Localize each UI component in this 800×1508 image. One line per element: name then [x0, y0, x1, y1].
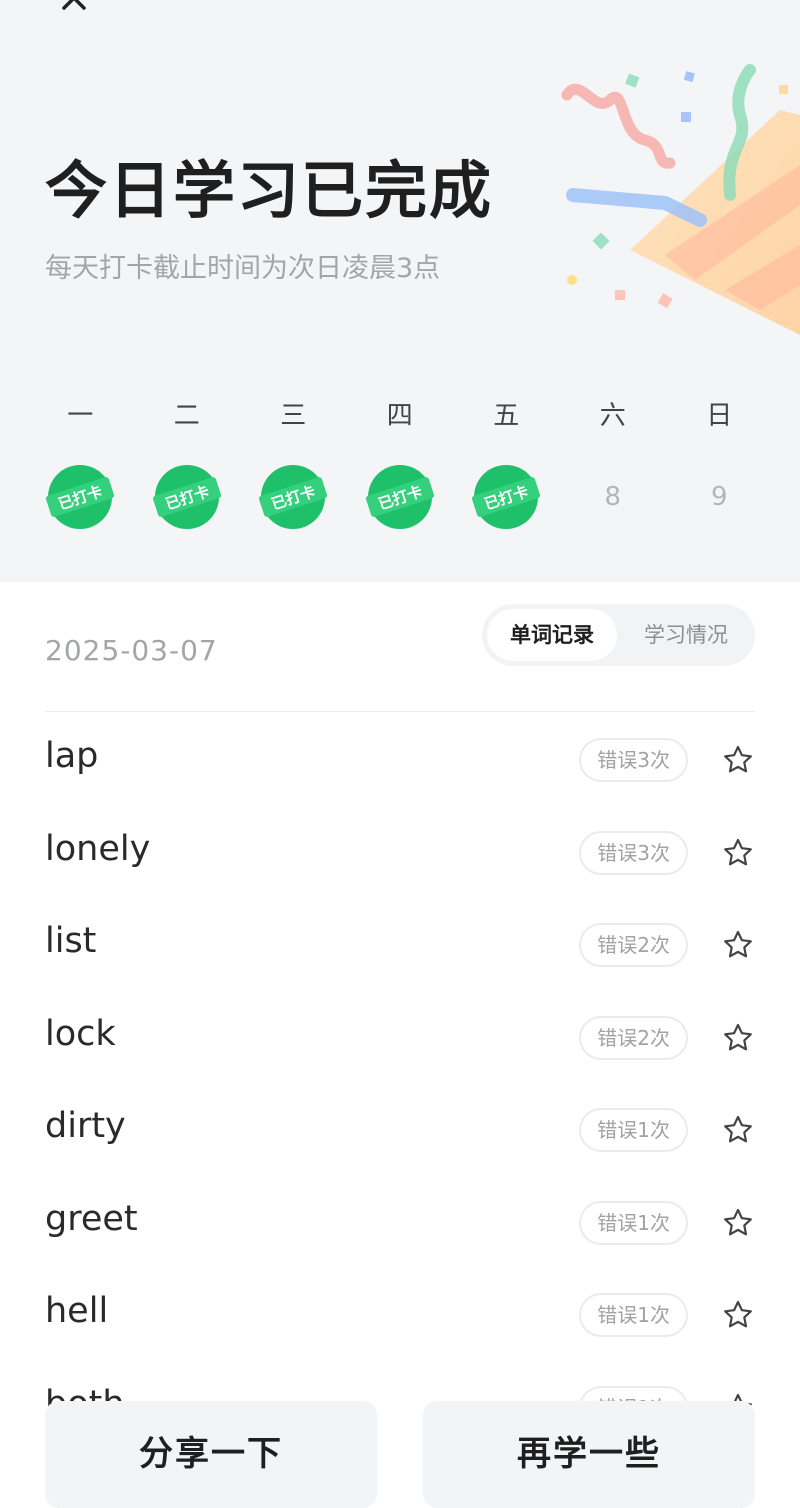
record-date: 2025-03-07	[45, 634, 218, 667]
tab-study-status[interactable]: 学习情况	[622, 609, 750, 661]
close-button[interactable]	[58, 0, 92, 14]
error-count-badge: 错误3次	[579, 830, 688, 875]
error-count-badge: 错误3次	[579, 738, 688, 782]
checkin-row: 已打卡 已打卡 已打卡 已打卡 已打卡 8 9	[27, 462, 773, 532]
list-item[interactable]: lonely 错误3次	[0, 807, 800, 900]
error-count-badge: 错误2次	[579, 923, 688, 967]
share-button[interactable]: 分享一下	[45, 1401, 377, 1508]
word-text: lock	[45, 1013, 116, 1054]
party-popper-illustration	[561, 64, 800, 335]
weekday-header: 一 二 三 四 五 六 日	[27, 395, 773, 432]
word-text: hell	[45, 1291, 109, 1331]
error-count-badge: 错误1次	[579, 1293, 688, 1337]
divider	[45, 711, 755, 712]
star-icon[interactable]	[722, 1207, 754, 1239]
weekday-label: 二	[173, 401, 200, 431]
checkin-day: 已打卡	[347, 462, 454, 532]
star-icon[interactable]	[722, 929, 754, 961]
star-icon[interactable]	[722, 1022, 754, 1054]
list-item[interactable]: lock 错误2次	[0, 992, 800, 1085]
learn-more-button[interactable]: 再学一些	[423, 1401, 755, 1508]
checkin-day: 已打卡	[134, 462, 241, 532]
checked-in-stamp-icon: 已打卡	[46, 465, 115, 529]
header-section: 今日学习已完成 每天打卡截止时间为次日凌晨3点 一 二 三 四 五 六 日 已打…	[0, 0, 800, 582]
star-icon[interactable]	[722, 837, 754, 869]
checked-in-stamp-icon: 已打卡	[365, 465, 434, 529]
list-item[interactable]: greet 错误1次	[0, 1177, 800, 1270]
word-list: lap 错误3次 lonely 错误3次 list 错误2次 lock 错误2次…	[0, 714, 800, 1414]
star-icon[interactable]	[722, 1299, 754, 1331]
page-subtitle: 每天打卡截止时间为次日凌晨3点	[45, 253, 441, 284]
checked-in-stamp-icon: 已打卡	[259, 465, 328, 529]
date-number: 8	[604, 482, 622, 512]
error-count-badge: 错误2次	[579, 1015, 688, 1060]
checkin-day-pending: 8	[560, 462, 667, 532]
weekday-label: 六	[599, 401, 626, 431]
checked-in-stamp-icon: 已打卡	[472, 465, 541, 529]
weekday-label: 三	[280, 401, 307, 431]
date-number: 9	[710, 482, 728, 512]
word-text: dirty	[45, 1106, 126, 1146]
record-section: 2025-03-07 单词记录 学习情况 lap 错误3次 lonely 错误3…	[0, 582, 800, 1508]
checkin-day: 已打卡	[27, 462, 134, 532]
word-text: greet	[45, 1198, 138, 1239]
checked-in-stamp-icon: 已打卡	[152, 465, 221, 529]
star-icon[interactable]	[722, 1114, 754, 1146]
list-item[interactable]: hell 错误1次	[0, 1269, 800, 1362]
star-icon[interactable]	[722, 744, 754, 776]
weekday-label: 日	[706, 401, 733, 431]
word-text: list	[45, 921, 97, 961]
page-title: 今日学习已完成	[45, 154, 494, 227]
record-tab-switch: 单词记录 学习情况	[482, 604, 755, 666]
weekday-label: 五	[493, 401, 520, 431]
close-icon	[62, 0, 86, 10]
error-count-badge: 错误1次	[579, 1200, 688, 1245]
word-text: lonely	[45, 828, 151, 869]
weekday-label: 一	[67, 401, 94, 431]
weekday-label: 四	[386, 401, 413, 431]
list-item[interactable]: list 错误2次	[0, 899, 800, 992]
list-item[interactable]: dirty 错误1次	[0, 1084, 800, 1177]
error-count-badge: 错误1次	[579, 1108, 688, 1152]
checkin-day-pending: 9	[666, 462, 773, 532]
checkin-day: 已打卡	[453, 462, 560, 532]
word-text: lap	[45, 736, 99, 776]
list-item[interactable]: lap 错误3次	[0, 714, 800, 807]
checkin-day: 已打卡	[240, 462, 347, 532]
tab-word-record[interactable]: 单词记录	[487, 609, 617, 661]
